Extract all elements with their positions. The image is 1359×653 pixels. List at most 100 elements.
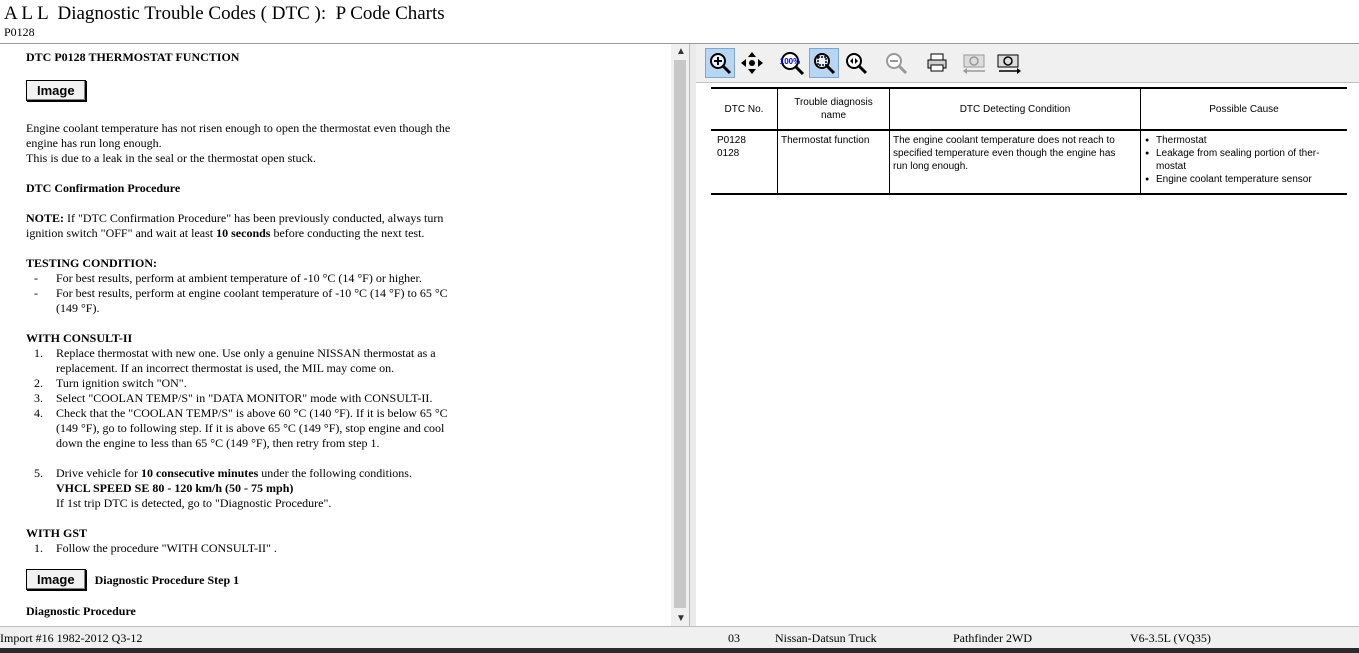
list-item: 3. Select "COOLAN TEMP/S" in "DATA MONITO… xyxy=(26,391,666,406)
copy-image-icon[interactable] xyxy=(960,48,990,78)
step5-bold: 10 consecutive minutes xyxy=(140,466,259,480)
cause-item: Thermostat xyxy=(1144,134,1344,147)
taskbar-edge xyxy=(0,648,1359,653)
cause-text: Leakage from sealing portion of ther- xyxy=(1156,148,1320,159)
list-marker: 4. xyxy=(34,406,43,420)
list-item: 1. Replace thermostat with new one. Use o… xyxy=(26,346,666,376)
list-item-line: Turn ignition switch "ON". xyxy=(56,376,187,390)
zoom-in-icon[interactable] xyxy=(705,48,735,78)
step5-line-3: If 1st trip DTC is detected, go to "Diag… xyxy=(56,496,332,510)
list-item-line: (149 °F), go to following step. If it is… xyxy=(56,421,445,435)
testing-heading: TESTING CONDITION: xyxy=(26,256,158,270)
image-toolbar: 100% xyxy=(696,44,1359,83)
list-item: - For best results, perform at engine coo… xyxy=(26,286,666,316)
dtc-code-alt: 0128 xyxy=(717,148,740,159)
status-model: Pathfinder 2WD xyxy=(953,631,1032,645)
note-text-c: before conducting the next test. xyxy=(270,226,425,240)
cause-item: Leakage from sealing portion of ther-mos… xyxy=(1144,147,1344,173)
page-title: A L L Diagnostic Trouble Codes ( DTC ): … xyxy=(4,3,445,24)
cell-detecting-condition: The engine coolant temperature does not … xyxy=(889,130,1141,195)
condition-line: The engine coolant temperature does not … xyxy=(893,135,1115,146)
status-number: 03 xyxy=(728,631,740,645)
zoom-out-icon[interactable] xyxy=(881,48,911,78)
document-content: DTC P0128 THERMOSTAT FUNCTION Image Engi… xyxy=(26,44,666,619)
condition-line: specified temperature even though the en… xyxy=(893,148,1116,159)
zoom-fit-icon[interactable] xyxy=(809,48,839,78)
list-item-line: replacement. If an incorrect thermostat … xyxy=(56,361,395,375)
dtc-heading: DTC P0128 THERMOSTAT FUNCTION xyxy=(26,50,240,64)
note-line-1: NOTE: If "DTC Confirmation Procedure" ha… xyxy=(26,211,666,226)
list-item-line: For best results, perform at ambient tem… xyxy=(56,271,422,285)
list-marker: 2. xyxy=(34,376,43,390)
testing-list: - For best results, perform at ambient te… xyxy=(26,271,666,316)
list-item-line: Select "COOLAN TEMP/S" in "DATA MONITOR"… xyxy=(56,391,433,405)
list-marker: 1. xyxy=(34,346,43,360)
table-row: P0128 0128 Thermostat function The engin… xyxy=(711,130,1347,195)
status-bar: Import #16 1982-2012 Q3-12 03 Nissan-Dat… xyxy=(0,626,1359,649)
col-trouble-name: Trouble diagnosis name xyxy=(777,87,890,131)
zoom-100-text: 100% xyxy=(780,57,800,66)
status-import: Import #16 1982-2012 Q3-12 xyxy=(0,631,143,645)
image-step-row: Image Diagnostic Procedure Step 1 xyxy=(26,569,666,590)
note-bold: 10 seconds xyxy=(216,226,271,240)
list-item-line: For best results, perform at engine cool… xyxy=(56,286,448,300)
cell-dtc-no: P0128 0128 xyxy=(711,130,778,195)
list-item: 2. Turn ignition switch "ON". xyxy=(26,376,666,391)
list-item-line: Replace thermostat with new one. Use onl… xyxy=(56,346,436,360)
intro-line-3: This is due to a leak in the seal or the… xyxy=(26,151,316,165)
col-detecting-condition: DTC Detecting Condition xyxy=(889,87,1141,131)
list-item: 4. Check that the "COOLAN TEMP/S" is abov… xyxy=(26,406,666,451)
col-dtc-no: DTC No. xyxy=(711,87,778,131)
vertical-scrollbar[interactable]: ▲ ▼ xyxy=(671,44,689,626)
intro-line-1: Engine coolant temperature has not risen… xyxy=(26,121,451,135)
step5-text-a: Drive vehicle for xyxy=(56,466,141,480)
cause-list: Thermostat Leakage from sealing portion … xyxy=(1144,134,1344,186)
list-item: 1. Follow the procedure "WITH CONSULT-II"… xyxy=(26,541,666,556)
gst-heading: WITH GST xyxy=(26,526,88,540)
status-engine: V6-3.5L (VQ35) xyxy=(1130,631,1211,645)
zoom-100-icon[interactable]: 100% xyxy=(777,48,807,78)
step5-list: 5. Drive vehicle for 10 consecutive minu… xyxy=(26,466,666,511)
note-text-a: If "DTC Confirmation Procedure" has been… xyxy=(64,211,444,225)
consult-list: 1. Replace thermostat with new one. Use o… xyxy=(26,346,666,451)
scroll-down-icon[interactable]: ▼ xyxy=(676,613,686,624)
col-possible-cause: Possible Cause xyxy=(1140,87,1347,131)
image-button-2[interactable]: Image xyxy=(26,569,86,590)
save-image-icon[interactable] xyxy=(994,48,1024,78)
list-item: - For best results, perform at ambient te… xyxy=(26,271,666,286)
dtc-code: P0128 xyxy=(717,135,746,146)
note-line-2: ignition switch "OFF" and wait at least … xyxy=(26,226,666,241)
list-item: 5. Drive vehicle for 10 consecutive minu… xyxy=(26,466,666,511)
status-make: Nissan-Datsun Truck xyxy=(775,631,877,645)
step5-text-b: under the following conditions. xyxy=(258,466,412,480)
scroll-thumb[interactable] xyxy=(674,60,686,608)
condition-line: run long enough. xyxy=(893,161,969,172)
note-text-b: ignition switch "OFF" and wait at least xyxy=(26,226,217,240)
scroll-up-icon[interactable]: ▲ xyxy=(676,46,686,57)
list-item-line: Check that the "COOLAN TEMP/S" is above … xyxy=(56,406,448,420)
list-item-line: Follow the procedure "WITH CONSULT-II" . xyxy=(56,541,277,555)
cause-text-cont: mostat xyxy=(1156,161,1187,172)
table-header-row: DTC No. Trouble diagnosis name DTC Detec… xyxy=(711,87,1347,131)
cause-item: Engine coolant temperature sensor xyxy=(1144,173,1344,186)
document-pane[interactable]: DTC P0128 THERMOSTAT FUNCTION Image Engi… xyxy=(0,44,671,626)
diagnostic-step-link: Diagnostic Procedure Step 1 xyxy=(94,573,240,587)
list-marker: - xyxy=(34,286,38,300)
consult-heading: WITH CONSULT-II xyxy=(26,331,133,345)
cell-trouble-name: Thermostat function xyxy=(777,130,890,195)
step5-line-2: VHCL SPEED SE 80 - 120 km/h (50 - 75 mph… xyxy=(56,481,294,495)
title-bar: A L L Diagnostic Trouble Codes ( DTC ): … xyxy=(0,0,1359,44)
step5-line-1: Drive vehicle for 10 consecutive minutes… xyxy=(56,466,666,481)
list-item-line: down the engine to less than 65 °C (149 … xyxy=(56,436,380,450)
list-marker: 3. xyxy=(34,391,43,405)
zoom-window-icon[interactable] xyxy=(841,48,871,78)
confirmation-heading: DTC Confirmation Procedure xyxy=(26,181,181,195)
image-button[interactable]: Image xyxy=(26,80,86,101)
note-label: NOTE: xyxy=(26,211,65,225)
gst-list: 1. Follow the procedure "WITH CONSULT-II"… xyxy=(26,541,666,556)
dtc-code-label: P0128 xyxy=(4,25,35,39)
print-icon[interactable] xyxy=(922,48,952,78)
list-marker: - xyxy=(34,271,38,285)
pan-icon[interactable] xyxy=(737,48,767,78)
intro-line-2: engine has run long enough. xyxy=(26,136,162,150)
